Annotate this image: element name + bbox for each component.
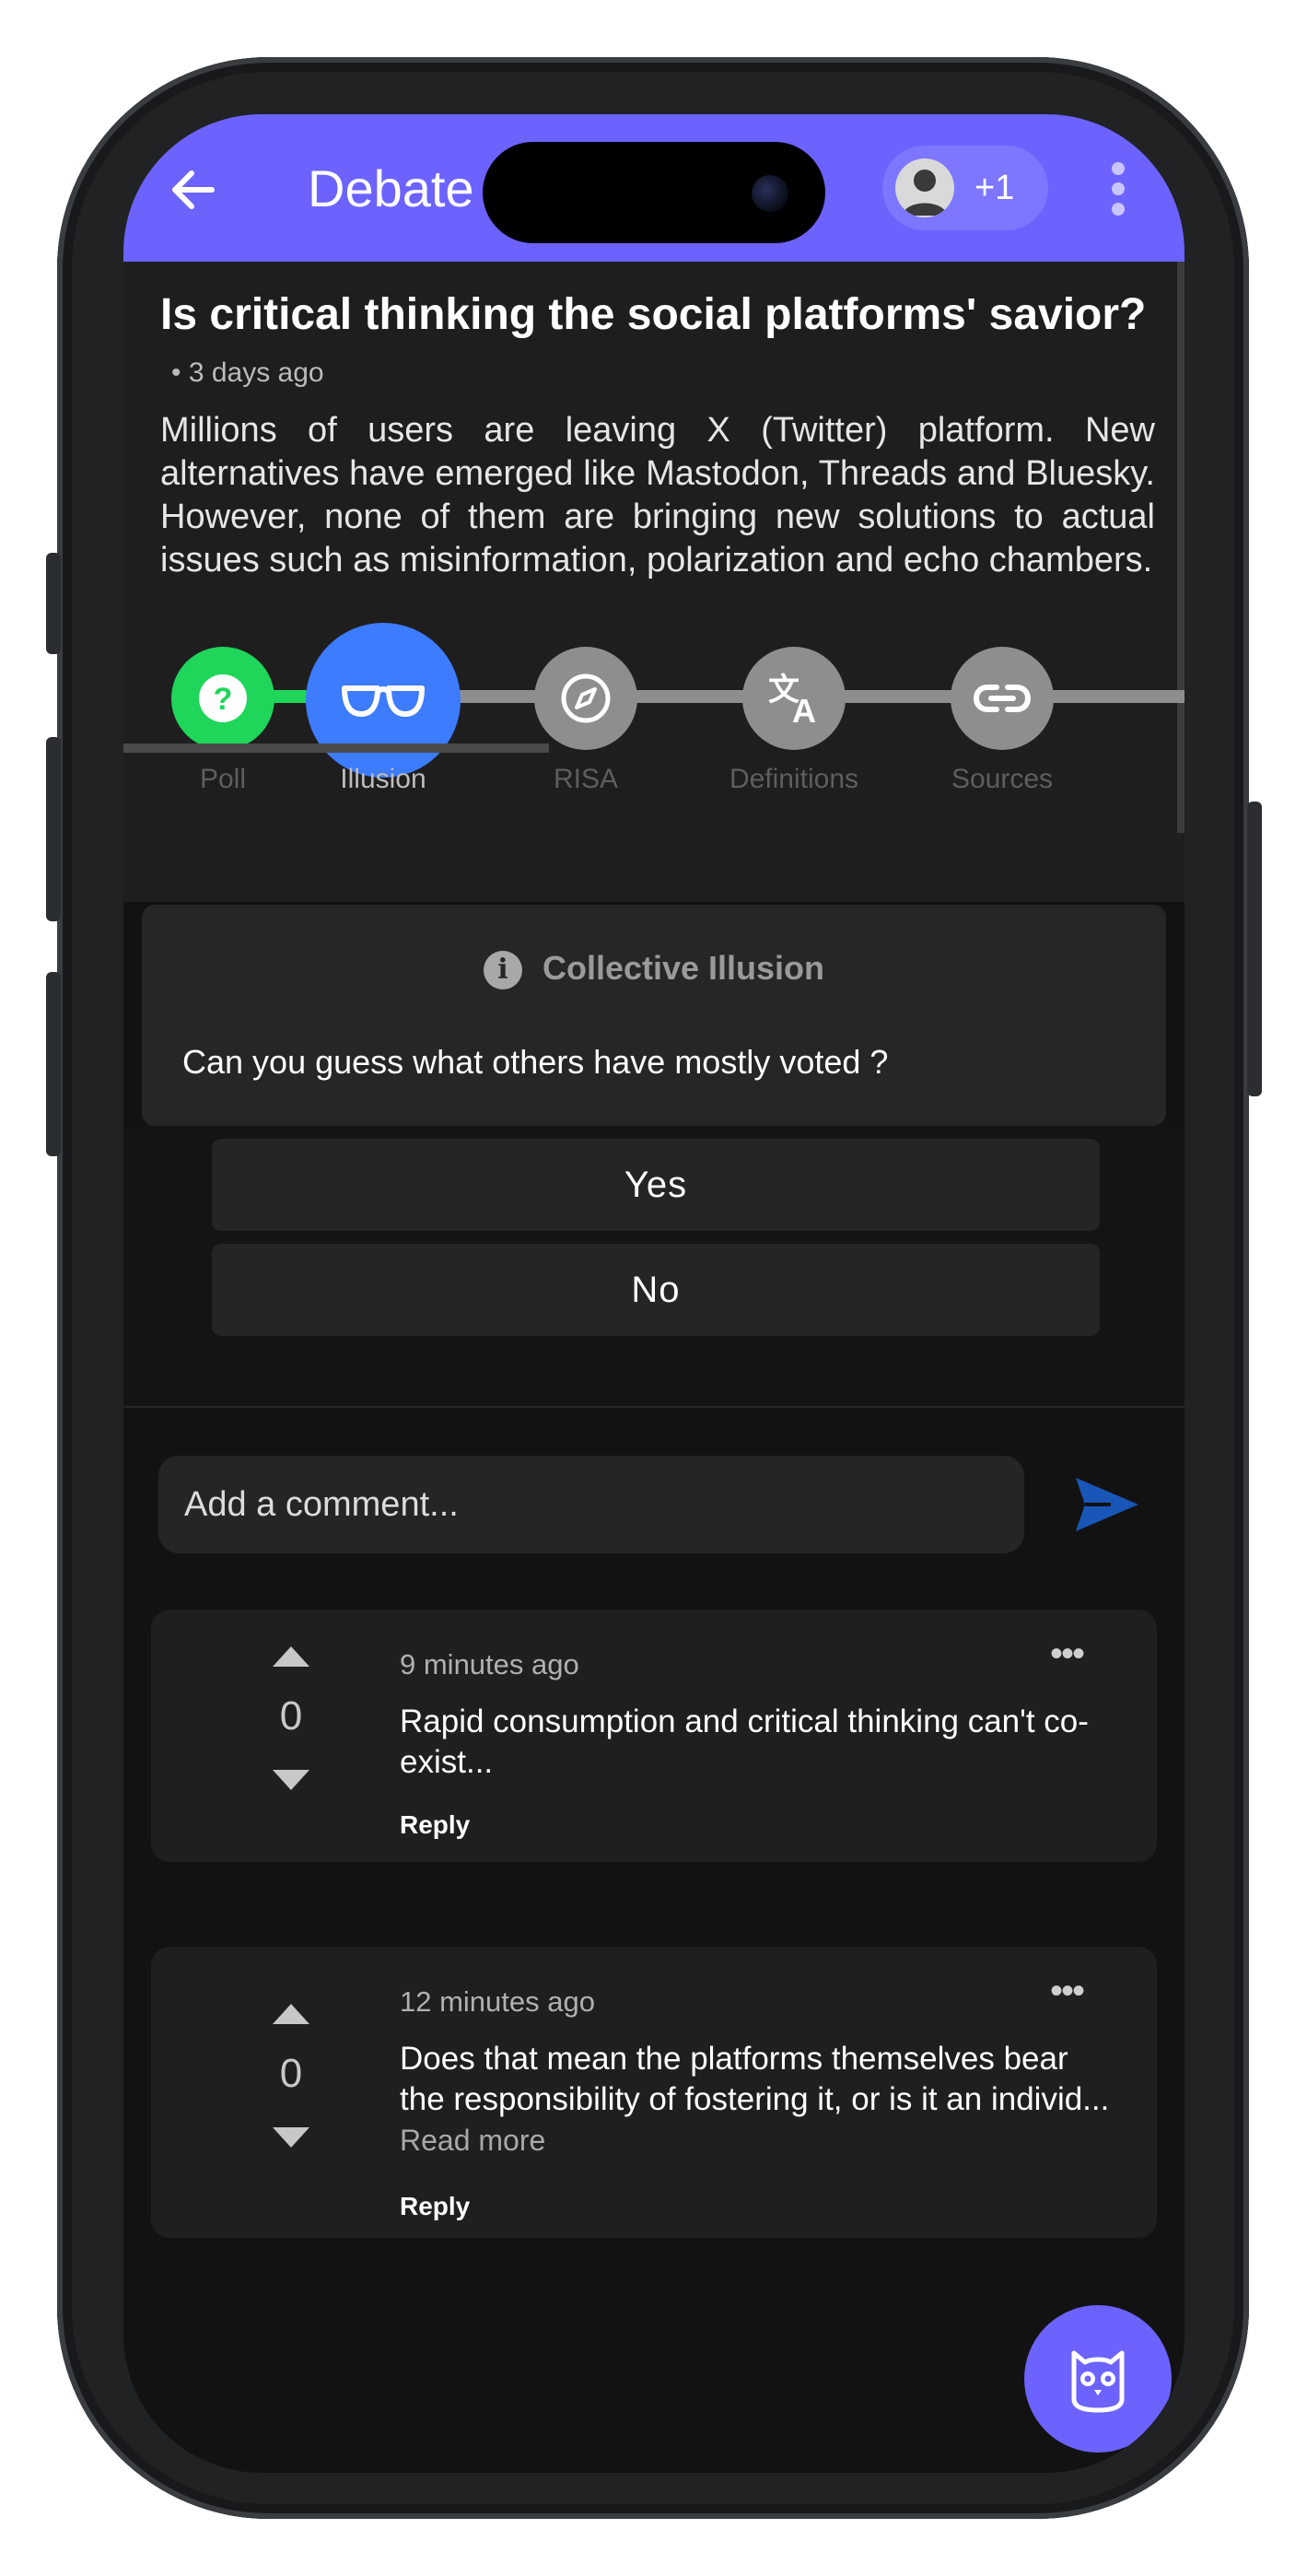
vote-yes-button[interactable]: Yes [212,1139,1100,1231]
step-sources[interactable] [951,647,1054,750]
page-title: Debate [308,159,474,217]
back-arrow-icon[interactable] [164,160,223,219]
upvote-icon[interactable] [273,1646,309,1667]
reply-button[interactable]: Reply [400,1810,470,1840]
volume-down-button [46,972,61,1156]
vote-score: 0 [279,1693,303,1739]
volume-up-button [46,737,61,921]
step-label-risa: RISA [553,764,619,794]
illusion-heading-text: Collective Illusion [542,949,825,987]
comment-timestamp: 9 minutes ago [400,1648,579,1680]
comment-timestamp: 12 minutes ago [400,1985,595,2018]
comment-card: 0 12 minutes ago ••• Does that mean the … [151,1947,1157,2238]
svg-text:?: ? [214,682,233,717]
send-icon[interactable] [1074,1476,1140,1533]
vote-score: 0 [279,2051,303,2096]
action-button [46,553,61,654]
active-tab-indicator [123,744,549,753]
debate-description: Millions of users are leaving X (Twitter… [160,411,1155,580]
more-options-icon[interactable] [1109,162,1127,217]
vote-control: 0 [254,2004,328,2148]
debate-timestamp: • 3 days ago [171,357,324,388]
debate-header: Is critical thinking the social platform… [123,262,1184,902]
power-button [1247,802,1262,1096]
illusion-heading: i Collective Illusion [142,949,1166,990]
comment-text: Does that mean the platforms themselves … [400,2041,1110,2157]
reply-button[interactable]: Reply [400,2192,470,2221]
step-label-illusion: Illusion [340,764,426,794]
vote-control: 0 [254,1646,328,1790]
illusion-question: Can you guess what others have mostly vo… [182,1043,889,1081]
step-label-sources: Sources [951,764,1054,794]
participants-count: +1 [974,169,1015,207]
comment-card: 0 9 minutes ago ••• Rapid consumption an… [151,1610,1157,1862]
step-risa[interactable] [534,647,637,750]
step-label-definitions: Definitions [729,764,859,794]
info-icon[interactable]: i [483,951,522,990]
downvote-icon[interactable] [273,1770,309,1790]
comment-text: Rapid consumption and critical thinking … [400,1704,1089,1780]
step-label-poll: Poll [199,764,247,794]
vote-no-button[interactable]: No [212,1244,1100,1336]
debate-title: Is critical thinking the social platform… [160,290,1147,339]
svg-text:A: A [792,692,816,728]
compass-icon [561,673,611,723]
comment-more-icon[interactable]: ••• [1050,1973,1085,2009]
link-icon [973,685,1032,712]
owl-assistant-button[interactable] [1024,2305,1172,2453]
dynamic-island [483,142,825,243]
owl-icon [1071,2350,1125,2413]
step-definitions[interactable]: 文 A [742,647,846,750]
step-illusion[interactable] [306,623,461,778]
debate-stepper: ? Poll Illusion RISA 文 A Definitions Sou… [123,621,1184,794]
glasses-icon [342,685,425,717]
avatar-icon [895,158,954,217]
downvote-icon[interactable] [273,2127,309,2148]
upvote-icon[interactable] [273,2004,309,2024]
translate-icon: 文 A [768,673,816,728]
app-screen: Debate +1 Is critical thinking the socia… [123,114,1184,2473]
comment-more-icon[interactable]: ••• [1050,1635,1085,1672]
comment-input[interactable] [158,1456,1024,1553]
read-more-link[interactable]: Read more [400,2124,545,2157]
step-poll[interactable]: ? [171,647,274,750]
question-icon: ? [199,674,247,722]
vote-options: Yes No [123,1126,1184,1408]
participants-button[interactable]: +1 [882,146,1048,230]
collective-illusion-card: i Collective Illusion Can you guess what … [142,905,1166,1126]
